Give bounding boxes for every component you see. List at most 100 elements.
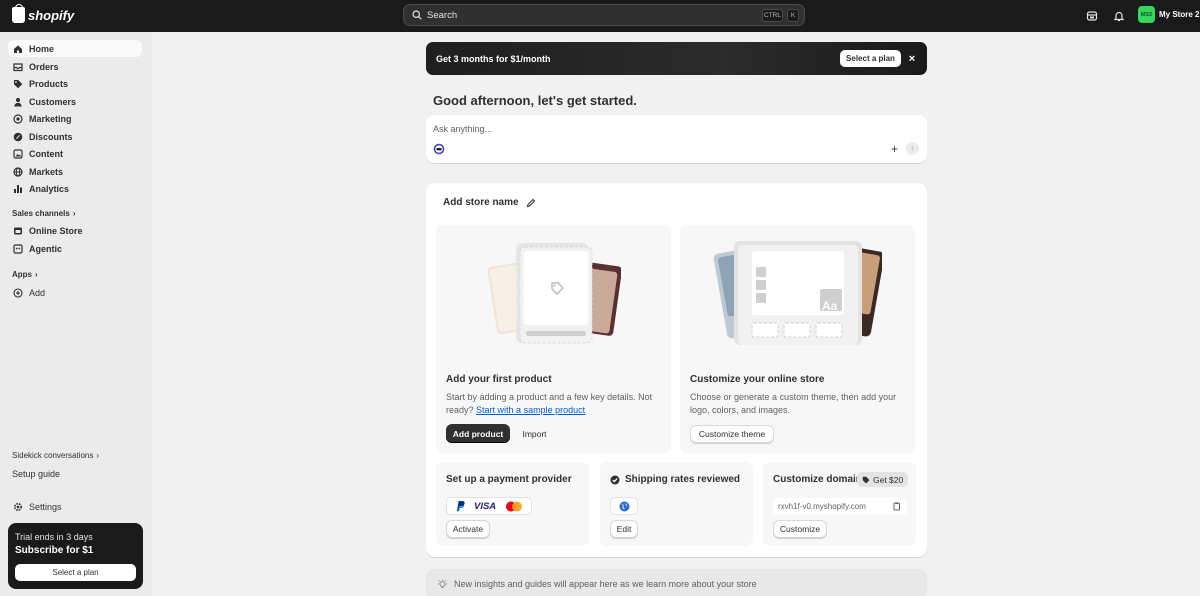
shopify-bag-icon (12, 4, 25, 23)
sidebar-item-label: Settings (29, 501, 62, 512)
add-store-name[interactable]: Add store name (443, 197, 536, 208)
sidebar-item-label: Agentic (29, 243, 63, 254)
sidebar-item-marketing[interactable]: Marketing (8, 110, 142, 127)
sidebar-item-label: Products (29, 78, 69, 89)
ask-input-placeholder: Ask anything... (433, 124, 493, 134)
customize-domain-button[interactable]: Customize (773, 520, 827, 538)
sidebar-item-products[interactable]: Products (8, 75, 142, 92)
customize-store-title: Customize your online store (690, 374, 825, 385)
add-product-panel: Add your first product Start by adding a… (436, 225, 671, 453)
import-button[interactable]: Import (516, 424, 553, 443)
customize-domain-title: Customize domain (773, 474, 862, 485)
sidebar-item-add-app[interactable]: Add (8, 284, 142, 301)
bar-chart-icon (13, 184, 23, 194)
payment-provider-title: Set up a payment provider (446, 474, 572, 485)
sidekick-conversations-heading[interactable]: Sidekick conversations › (12, 451, 99, 460)
setup-guide-link[interactable]: Setup guide (12, 469, 60, 479)
store-menu[interactable]: MS2 My Store 2 (1138, 6, 1199, 23)
domain-field: rxvh1f-v0.myshopify.com (773, 498, 907, 515)
add-attachment-button[interactable]: + (891, 142, 898, 156)
shopify-logo[interactable]: shopify (12, 4, 74, 23)
sidebar-item-content[interactable]: Content (8, 145, 142, 162)
add-product-description: Start by adding a product and a few key … (446, 391, 656, 416)
tag-icon (862, 476, 870, 483)
add-product-title: Add your first product (446, 374, 552, 385)
insights-text: New insights and guides will appear here… (454, 579, 757, 589)
payment-provider-card: Set up a payment provider VISA Activate (436, 462, 589, 546)
sidekick-ask-box[interactable]: Ask anything... + ↑ (426, 115, 927, 163)
product-illustration (487, 243, 621, 344)
visa-icon: VISA (474, 500, 497, 512)
search-icon (412, 10, 422, 20)
sidebar: Home Orders Products Customers Marketing… (0, 32, 152, 596)
store-icon (13, 226, 23, 236)
sidebar-item-home[interactable]: Home (8, 40, 142, 57)
bell-icon[interactable] (1111, 8, 1127, 24)
page-title: Good afternoon, let's get started. (433, 93, 637, 108)
store-avatar: MS2 (1138, 6, 1155, 23)
customize-store-description: Choose or generate a custom theme, then … (690, 392, 897, 415)
sidebar-item-label: Customers (29, 96, 77, 107)
sidebar-item-label: Home (29, 43, 55, 54)
sidebar-item-label: Orders (29, 61, 59, 72)
store-switcher-icon[interactable] (1084, 8, 1100, 24)
content-icon (13, 148, 23, 159)
sidebar-item-label: Add (29, 287, 46, 298)
sidebar-item-customers[interactable]: Customers (8, 93, 142, 110)
add-product-button[interactable]: Add product (446, 424, 510, 443)
setup-card: Add store name Add your first product St… (426, 183, 927, 557)
sample-product-link[interactable]: Start with a sample product (476, 405, 585, 415)
sales-channels-label: Sales channels (12, 209, 70, 218)
customize-store-panel: Aa Customize your online store Choose or… (680, 225, 915, 453)
search-bar[interactable]: Search CTRL K (403, 4, 805, 26)
store-name: My Store 2 (1159, 10, 1200, 19)
edit-shipping-button[interactable]: Edit (610, 520, 638, 538)
setup-guide-label: Setup guide (12, 469, 61, 479)
sidebar-item-orders[interactable]: Orders (8, 58, 142, 75)
send-button[interactable]: ↑ (906, 142, 919, 155)
sidebar-item-discounts[interactable]: Discounts (8, 128, 142, 145)
paypal-icon (457, 501, 465, 512)
activate-button[interactable]: Activate (446, 520, 490, 538)
shortcut-key-k: K (787, 9, 799, 22)
top-bar: shopify Search CTRL K MS2 My Store 2 (0, 0, 1200, 32)
customize-domain-card: Customize domain Get $20 rxvh1f-v0.mysho… (763, 462, 916, 546)
add-store-name-label: Add store name (443, 197, 519, 208)
apps-heading[interactable]: Apps › (12, 270, 38, 279)
close-icon[interactable]: × (905, 50, 919, 67)
sidebar-item-markets[interactable]: Markets (8, 163, 142, 180)
select-plan-button[interactable]: Select a plan (15, 564, 136, 581)
sidebar-item-label: Content (29, 148, 63, 159)
banner-select-plan-button[interactable]: Select a plan (840, 50, 901, 67)
sidekick-icon[interactable] (433, 143, 445, 155)
pencil-icon[interactable] (526, 198, 536, 208)
tag-icon (13, 79, 23, 89)
sidebar-item-settings[interactable]: Settings (8, 498, 142, 515)
trial-card: Trial ends in 3 days Subscribe for $1 Se… (8, 523, 143, 589)
shortcut-key-ctrl: CTRL (762, 9, 783, 22)
theme-preview-font-sample: Aa (822, 299, 838, 313)
gear-icon (13, 502, 23, 512)
shipping-rates-card: Shipping rates reviewed Edit (600, 462, 753, 546)
mastercard-icon (506, 501, 523, 511)
payment-methods: VISA (446, 497, 533, 515)
globe-icon (619, 501, 629, 511)
promo-banner: Get 3 months for $1/month Select a plan … (426, 42, 927, 75)
globe-icon (13, 166, 23, 177)
sidebar-item-agentic[interactable]: Agentic (8, 240, 142, 257)
checkmark-circle-icon (610, 475, 620, 484)
chevron-right-icon: › (35, 270, 38, 279)
promo-banner-text: Get 3 months for $1/month (436, 53, 551, 64)
sidebar-item-online-store[interactable]: Online Store (8, 222, 142, 239)
get-20-badge: Get $20 (857, 472, 909, 487)
customize-theme-button[interactable]: Customize theme (690, 425, 774, 443)
theme-illustration (713, 241, 882, 345)
apps-label: Apps (12, 270, 32, 279)
agentic-icon (13, 243, 23, 254)
copy-icon[interactable] (892, 502, 901, 511)
plus-circle-icon (13, 287, 23, 298)
sidebar-item-label: Discounts (29, 131, 73, 142)
sidebar-item-analytics[interactable]: Analytics (8, 180, 142, 197)
sidebar-item-label: Analytics (29, 183, 70, 194)
sales-channels-heading[interactable]: Sales channels › (12, 209, 75, 218)
